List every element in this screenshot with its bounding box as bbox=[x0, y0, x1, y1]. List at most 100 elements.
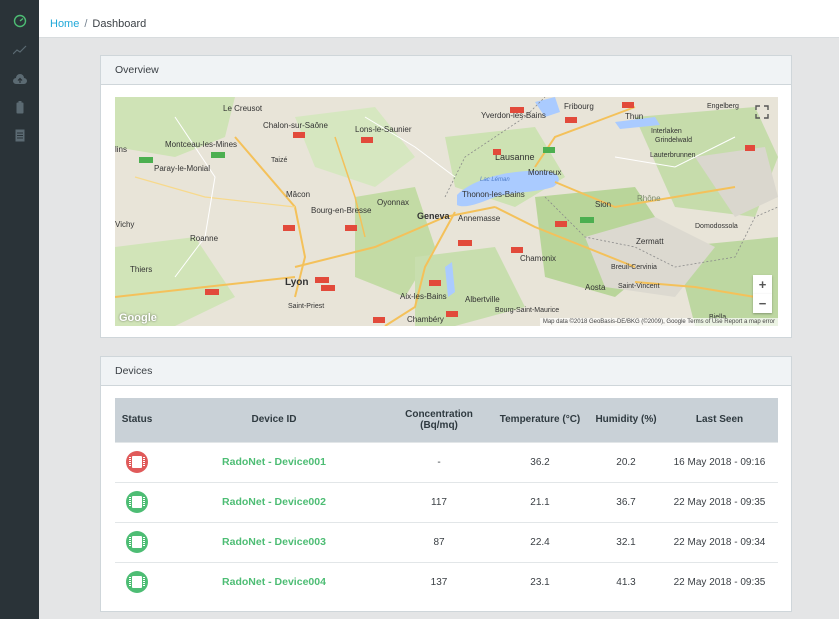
map-label: Domodossola bbox=[695, 223, 738, 230]
map-label: Albertville bbox=[465, 295, 500, 304]
map-label: Rhône bbox=[637, 194, 661, 203]
status-indicator-icon bbox=[126, 451, 148, 473]
table-row[interactable]: RadoNet - Device001 - 36.2 20.2 16 May 2… bbox=[115, 441, 778, 482]
map-label: Le Creusot bbox=[223, 104, 263, 113]
status-cell bbox=[115, 481, 159, 522]
map-label: Thonon-les-Bains bbox=[462, 190, 525, 199]
breadcrumb-home-link[interactable]: Home bbox=[50, 18, 79, 30]
column-header-humidity: Humidity (%) bbox=[591, 398, 661, 442]
map-label: Thiers bbox=[130, 265, 152, 274]
header-strip bbox=[39, 0, 839, 10]
cloud-upload-icon[interactable] bbox=[12, 72, 27, 87]
humidity-cell: 41.3 bbox=[591, 561, 661, 602]
column-header-concentration: Concentration (Bq/mq) bbox=[389, 398, 489, 442]
map-label: Saint-Vincent bbox=[618, 283, 660, 290]
table-row[interactable]: RadoNet - Device003 87 22.4 32.1 22 May … bbox=[115, 521, 778, 562]
table-row[interactable]: RadoNet - Device004 137 23.1 41.3 22 May… bbox=[115, 561, 778, 602]
map-attribution[interactable]: Map data ©2018 GeoBasis-DE/BKG (©2009), … bbox=[539, 318, 778, 326]
status-cell bbox=[115, 521, 159, 562]
map-label: Engelberg bbox=[707, 103, 739, 110]
status-indicator-icon bbox=[126, 531, 148, 553]
temperature-cell: 22.4 bbox=[489, 521, 591, 562]
map-label: Aix-les-Bains bbox=[400, 292, 447, 301]
breadcrumb: Home / Dashboard bbox=[39, 10, 839, 38]
map-label: Interlaken bbox=[651, 128, 682, 135]
last-seen-cell: 22 May 2018 - 09:35 bbox=[661, 481, 778, 522]
map-label: Roanne bbox=[190, 234, 219, 243]
device-id-cell: RadoNet - Device002 bbox=[159, 481, 389, 522]
map-label: Lac Léman bbox=[480, 177, 510, 183]
fullscreen-icon[interactable] bbox=[755, 105, 769, 119]
last-seen-cell: 22 May 2018 - 09:35 bbox=[661, 561, 778, 602]
overview-card-header: Overview bbox=[101, 56, 791, 85]
device-id-cell: RadoNet - Device001 bbox=[159, 441, 389, 482]
google-logo[interactable]: Google bbox=[119, 312, 157, 324]
map[interactable]: Le Creusot Chalon-sur-Saône Lons-le-Saun… bbox=[115, 97, 778, 326]
column-header-temperature: Temperature (°C) bbox=[489, 398, 591, 442]
map-label: Zermatt bbox=[636, 237, 664, 246]
map-label: Taizé bbox=[271, 157, 287, 164]
last-seen-cell: 16 May 2018 - 09:16 bbox=[661, 441, 778, 482]
temperature-cell: 23.1 bbox=[489, 561, 591, 602]
status-indicator-icon bbox=[126, 491, 148, 513]
device-link[interactable]: RadoNet - Device004 bbox=[222, 576, 326, 588]
breadcrumb-current: Dashboard bbox=[92, 17, 147, 30]
map-label: Oyonnax bbox=[377, 198, 409, 207]
devices-card-header: Devices bbox=[101, 357, 791, 386]
column-header-last-seen: Last Seen bbox=[661, 398, 778, 442]
overview-card: Overview Le Creusot Chalon-sur-Saône Lon… bbox=[100, 55, 792, 338]
battery-icon[interactable] bbox=[12, 100, 27, 115]
map-label: Montreux bbox=[528, 168, 561, 177]
map-label: Fribourg bbox=[564, 102, 594, 111]
map-label: lins bbox=[115, 145, 127, 154]
humidity-cell: 36.7 bbox=[591, 481, 661, 522]
table-header-row: Status Device ID Concentration (Bq/mq) T… bbox=[115, 398, 778, 442]
device-link[interactable]: RadoNet - Device003 bbox=[222, 536, 326, 548]
map-label: Lauterbrunnen bbox=[650, 152, 696, 159]
column-header-status: Status bbox=[115, 398, 159, 442]
map-label: Sion bbox=[595, 200, 611, 209]
document-icon[interactable] bbox=[12, 128, 27, 143]
device-id-cell: RadoNet - Device003 bbox=[159, 521, 389, 562]
speedometer-icon[interactable] bbox=[12, 13, 27, 28]
sidebar bbox=[0, 0, 39, 619]
devices-table: Status Device ID Concentration (Bq/mq) T… bbox=[115, 398, 778, 602]
map-label: Lons-le-Saunier bbox=[355, 125, 412, 134]
map-label: Paray-le-Monial bbox=[154, 164, 210, 173]
map-label: Bourg-Saint-Maurice bbox=[495, 307, 559, 314]
device-link[interactable]: RadoNet - Device002 bbox=[222, 496, 326, 508]
breadcrumb-separator: / bbox=[84, 17, 88, 30]
map-label: Geneva bbox=[417, 211, 451, 221]
status-indicator-icon bbox=[126, 571, 148, 594]
map-label: Chalon-sur-Saône bbox=[263, 121, 328, 130]
column-header-device-id: Device ID bbox=[159, 398, 389, 442]
zoom-out-button[interactable]: − bbox=[753, 294, 772, 313]
map-label: Grindelwald bbox=[655, 137, 692, 144]
device-link[interactable]: RadoNet - Device001 bbox=[222, 456, 326, 468]
zoom-in-button[interactable]: + bbox=[753, 275, 772, 294]
chart-line-icon[interactable] bbox=[12, 42, 27, 57]
map-label: Annemasse bbox=[458, 214, 501, 223]
map-label: Chamonix bbox=[520, 254, 556, 263]
map-label: Mâcon bbox=[286, 190, 310, 199]
table-row[interactable]: RadoNet - Device002 117 21.1 36.7 22 May… bbox=[115, 481, 778, 522]
map-canvas[interactable]: Le Creusot Chalon-sur-Saône Lons-le-Saun… bbox=[115, 97, 778, 326]
map-label: Bourg-en-Bresse bbox=[311, 206, 372, 215]
map-label: Aosta bbox=[585, 283, 606, 292]
map-label: Vichy bbox=[115, 220, 134, 229]
devices-card: Devices Status Device ID Concentration (… bbox=[100, 356, 792, 612]
temperature-cell: 21.1 bbox=[489, 481, 591, 522]
temperature-cell: 36.2 bbox=[489, 441, 591, 482]
map-label: Lyon bbox=[285, 277, 309, 288]
status-cell bbox=[115, 561, 159, 602]
concentration-cell: 137 bbox=[389, 561, 489, 602]
status-cell bbox=[115, 441, 159, 482]
map-label: Saint-Priest bbox=[288, 303, 324, 310]
map-label: Thun bbox=[625, 112, 643, 121]
concentration-cell: 87 bbox=[389, 521, 489, 562]
device-id-cell: RadoNet - Device004 bbox=[159, 561, 389, 602]
concentration-cell: - bbox=[389, 441, 489, 482]
map-label: Montceau-les-Mines bbox=[165, 140, 237, 149]
last-seen-cell: 22 May 2018 - 09:34 bbox=[661, 521, 778, 562]
humidity-cell: 32.1 bbox=[591, 521, 661, 562]
